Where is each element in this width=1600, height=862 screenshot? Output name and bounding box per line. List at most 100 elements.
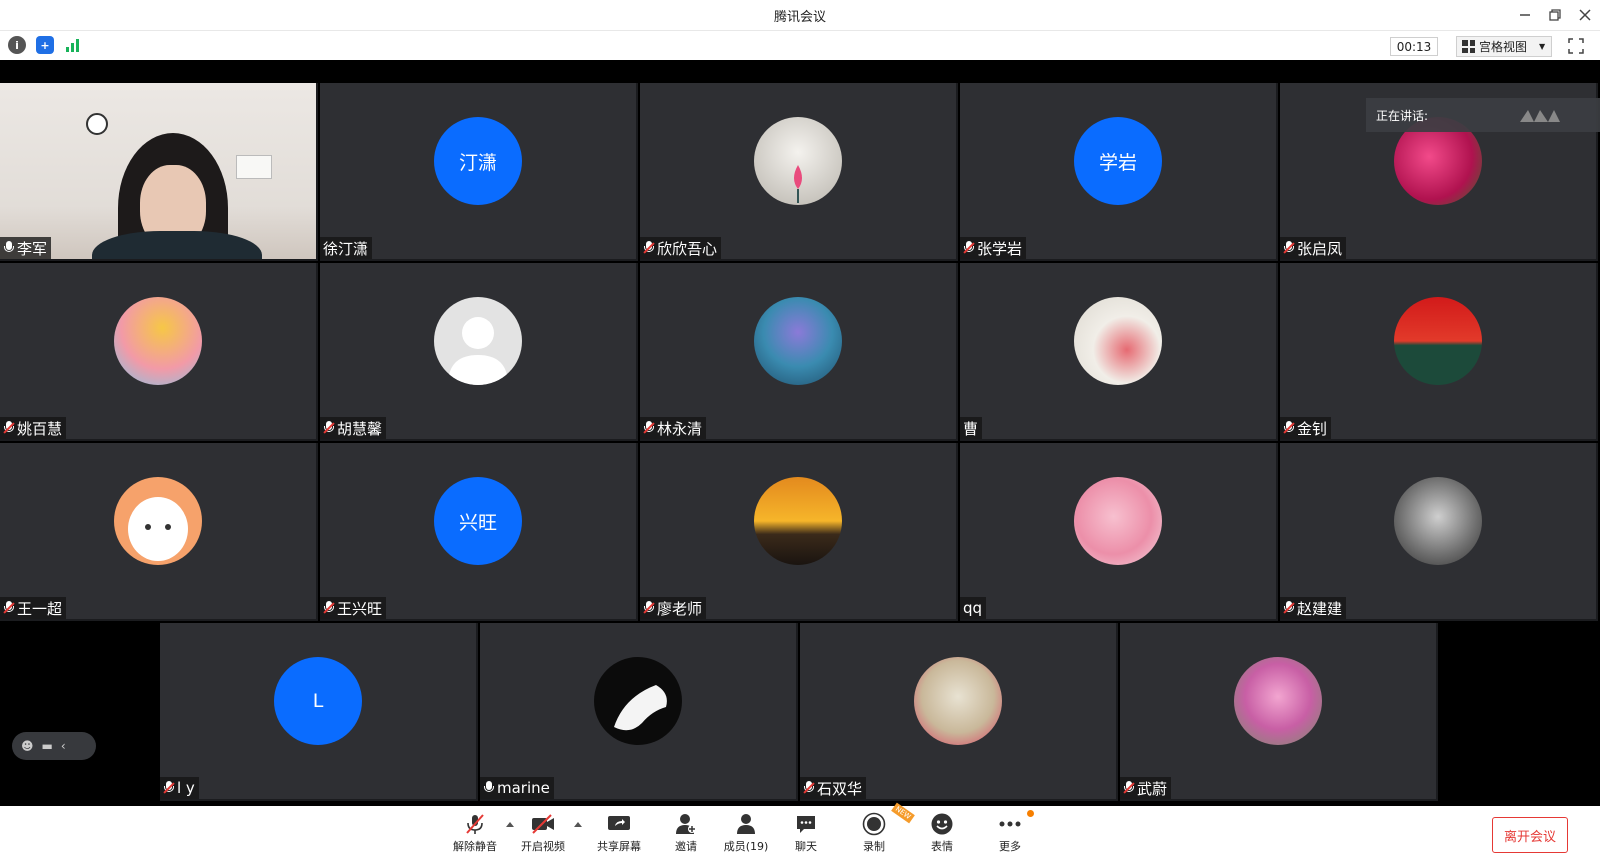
participant-tile[interactable]: 兴旺 王兴旺 bbox=[320, 443, 638, 621]
participant-tile[interactable]: qq bbox=[960, 443, 1278, 621]
minimize-icon bbox=[1520, 14, 1530, 16]
unmute-button[interactable]: 解除静音 bbox=[445, 812, 505, 856]
participant-name-label: 金钊 bbox=[1280, 417, 1332, 439]
participant-name-label: 张学岩 bbox=[960, 237, 1027, 259]
avatar bbox=[754, 477, 842, 565]
participant-name-label: 石双华 bbox=[800, 777, 867, 799]
avatar bbox=[754, 117, 842, 205]
participant-name-label: 徐汀潇 bbox=[320, 237, 373, 259]
participant-name-label: 武蔚 bbox=[1120, 777, 1172, 799]
avatar bbox=[1074, 477, 1162, 565]
chevron-down-icon: ▼ bbox=[1539, 42, 1546, 51]
share-screen-button[interactable]: 共享屏幕 bbox=[589, 812, 649, 856]
title-bar: 腾讯会议 bbox=[0, 0, 1600, 30]
muted-microphone-icon bbox=[1283, 241, 1295, 255]
participant-tile[interactable]: 李军 bbox=[0, 83, 318, 261]
microphone-icon bbox=[483, 781, 495, 795]
muted-microphone-icon bbox=[643, 241, 655, 255]
info-icon[interactable]: i bbox=[8, 36, 26, 54]
start-video-button[interactable]: 开启视频 bbox=[513, 812, 573, 856]
participant-tile[interactable]: L l y bbox=[160, 623, 478, 801]
muted-microphone-icon bbox=[643, 601, 655, 615]
avatar bbox=[1074, 297, 1162, 385]
avatar bbox=[114, 477, 202, 565]
camera-feed bbox=[0, 83, 316, 259]
participant-tile[interactable]: marine bbox=[480, 623, 798, 801]
close-button[interactable] bbox=[1570, 0, 1600, 30]
window-controls bbox=[1510, 0, 1600, 30]
invite-button[interactable]: 邀请 bbox=[656, 812, 716, 856]
video-options-caret[interactable] bbox=[574, 822, 582, 827]
participant-tile[interactable]: 王一超 bbox=[0, 443, 318, 621]
participant-tile[interactable]: 林永清 bbox=[640, 263, 958, 441]
muted-microphone-icon bbox=[3, 421, 15, 435]
invite-user-icon bbox=[673, 812, 699, 836]
participant-name-label: 李军 bbox=[0, 237, 52, 259]
meeting-timer: 00:13 bbox=[1390, 37, 1438, 56]
participant-tile[interactable]: 廖老师 bbox=[640, 443, 958, 621]
avatar: 汀潇 bbox=[434, 117, 522, 205]
participant-tile[interactable]: 姚百慧 bbox=[0, 263, 318, 441]
restore-button[interactable] bbox=[1540, 0, 1570, 30]
participant-tile[interactable]: 赵建建 bbox=[1280, 443, 1598, 621]
participant-tile[interactable]: 曹 bbox=[960, 263, 1278, 441]
participant-tile[interactable]: 金钊 bbox=[1280, 263, 1598, 441]
shield-icon[interactable]: + bbox=[36, 36, 54, 54]
muted-microphone-icon bbox=[323, 601, 335, 615]
participant-tile[interactable]: 胡慧馨 bbox=[320, 263, 638, 441]
meeting-status-icons: i + bbox=[8, 36, 82, 54]
muted-microphone-icon bbox=[803, 781, 815, 795]
participant-name-label: 胡慧馨 bbox=[320, 417, 387, 439]
participant-name-label: marine bbox=[480, 777, 554, 799]
audio-wave-icon bbox=[1520, 110, 1560, 122]
muted-microphone-icon bbox=[963, 241, 975, 255]
avatar bbox=[914, 657, 1002, 745]
close-icon bbox=[1579, 9, 1591, 21]
notification-dot bbox=[1027, 810, 1034, 817]
view-mode-dropdown[interactable]: 宫格视图 ▼ bbox=[1456, 36, 1552, 57]
participant-name-label: qq bbox=[960, 597, 987, 619]
chevron-left-icon[interactable]: ‹ bbox=[61, 739, 66, 753]
muted-microphone-icon bbox=[3, 601, 15, 615]
avatar bbox=[434, 297, 522, 385]
avatar: L bbox=[274, 657, 362, 745]
fullscreen-icon[interactable] bbox=[1568, 38, 1584, 54]
participant-name-label: 林永清 bbox=[640, 417, 707, 439]
record-button[interactable]: 录制 bbox=[844, 812, 904, 856]
video-grid: 李军 汀潇 徐汀潇 欣欣吾心 学岩 张学岩 张启凤 姚百慧 胡慧馨 林永清 曹 … bbox=[0, 60, 1600, 806]
emoji-icon bbox=[929, 812, 955, 836]
muted-microphone-icon bbox=[462, 812, 488, 836]
participant-tile[interactable]: 欣欣吾心 bbox=[640, 83, 958, 261]
microphone-icon bbox=[3, 241, 15, 255]
more-dots-icon bbox=[997, 812, 1023, 836]
participant-tile[interactable]: 汀潇 徐汀潇 bbox=[320, 83, 638, 261]
avatar bbox=[1394, 477, 1482, 565]
emoji-icon[interactable]: ☻ bbox=[21, 739, 34, 753]
muted-microphone-icon bbox=[1283, 601, 1295, 615]
minimize-button[interactable] bbox=[1510, 0, 1540, 30]
video-off-icon bbox=[530, 812, 556, 836]
avatar bbox=[1394, 297, 1482, 385]
chat-icon bbox=[793, 812, 819, 836]
muted-microphone-icon bbox=[163, 781, 175, 795]
view-mode-label: 宫格视图 bbox=[1479, 40, 1528, 54]
restore-icon bbox=[1549, 9, 1561, 21]
participant-name-label: 姚百慧 bbox=[0, 417, 67, 439]
members-icon bbox=[733, 812, 759, 836]
reactions-button[interactable]: 表情 bbox=[912, 812, 972, 856]
more-button[interactable]: 更多 bbox=[980, 812, 1040, 856]
chat-button[interactable]: 聊天 bbox=[776, 812, 836, 856]
leave-meeting-button[interactable]: 离开会议 bbox=[1492, 817, 1568, 853]
participant-name-label: 张启凤 bbox=[1280, 237, 1347, 259]
chat-bubble-icon[interactable]: ▬ bbox=[42, 739, 53, 753]
muted-microphone-icon bbox=[1283, 421, 1295, 435]
members-button[interactable]: 成员(19) bbox=[716, 812, 776, 856]
participant-tile[interactable]: 学岩 张学岩 bbox=[960, 83, 1278, 261]
participant-name-label: 廖老师 bbox=[640, 597, 707, 619]
signal-icon[interactable] bbox=[64, 36, 82, 54]
participant-tile[interactable]: 武蔚 bbox=[1120, 623, 1438, 801]
participant-tile[interactable]: 石双华 bbox=[800, 623, 1118, 801]
participant-name-label: 赵建建 bbox=[1280, 597, 1347, 619]
avatar bbox=[114, 297, 202, 385]
avatar bbox=[754, 297, 842, 385]
